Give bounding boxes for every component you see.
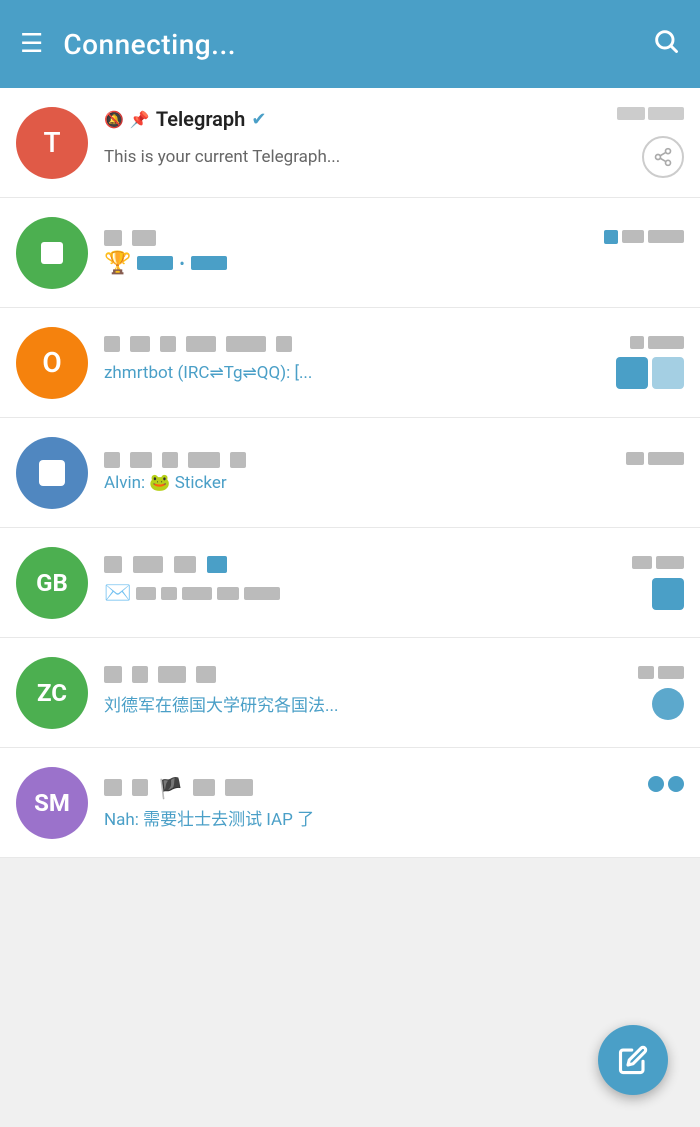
chat-bottom-row: 刘德军在德国大学研究各国法... — [104, 688, 684, 720]
verified-badge: ✔ — [251, 109, 266, 130]
chat-name-row — [104, 556, 632, 573]
top-bar: ☰ Connecting... — [0, 0, 700, 88]
chat-top-row — [104, 230, 684, 246]
chat-content-sm: 🏴 Nah: 需要壮士去测试 IAP 了 — [104, 776, 684, 830]
chat-content-gb: ✉️ — [104, 556, 684, 610]
chat-name-row — [104, 336, 630, 352]
avatar-zc: ZC — [16, 657, 88, 729]
preview-redacted: 🏆 • — [104, 251, 227, 276]
chat-list: T 🔕 📌 Telegraph ✔ — [0, 88, 700, 858]
search-icon[interactable] — [652, 27, 680, 62]
chat-preview: Nah: 需要壮士去测试 IAP 了 — [104, 805, 314, 830]
chat-right — [617, 107, 684, 120]
hamburger-icon[interactable]: ☰ — [20, 31, 43, 57]
time-right — [626, 452, 684, 465]
chat-item-telegraph[interactable]: T 🔕 📌 Telegraph ✔ — [0, 88, 700, 198]
chat-item-green[interactable]: 🏆 • — [0, 198, 700, 308]
chat-top-row — [104, 452, 684, 468]
time-area — [617, 107, 684, 120]
time-right — [638, 666, 684, 679]
chat-item-blue[interactable]: Alvin: 🐸 Sticker — [0, 418, 700, 528]
chat-name-row: 🏴 — [104, 776, 648, 800]
chat-name-row — [104, 452, 626, 468]
top-bar-title: Connecting... — [63, 28, 236, 61]
chat-top-row — [104, 336, 684, 352]
avatar-telegraph: T — [16, 107, 88, 179]
time-right — [630, 336, 684, 349]
chat-content-green: 🏆 • — [104, 230, 684, 276]
avatar-gb: GB — [16, 547, 88, 619]
pin-icon: 📌 — [130, 110, 150, 129]
compose-fab[interactable] — [598, 1025, 668, 1095]
chat-top-row — [104, 556, 684, 573]
chat-bottom-row: ✉️ — [104, 578, 684, 610]
chat-name: Telegraph — [156, 107, 246, 131]
time-right — [604, 230, 684, 244]
chat-content-orange: zhmrt­bot (IRC⇌Tg⇌QQ): [..­. — [104, 336, 684, 389]
chat-bottom-row: Nah: 需要壮士去测试 IAP 了 — [104, 805, 684, 830]
chat-top-row: 🏴 — [104, 776, 684, 800]
chat-item-zc[interactable]: ZC 刘德军在德国大学研究各国法... — [0, 638, 700, 748]
chat-item-orange[interactable]: O zhmrt­bot (IRC⇌Tg⇌QQ): [ — [0, 308, 700, 418]
chat-item-gb[interactable]: GB ✉️ — [0, 528, 700, 638]
chat-name-row: 🔕 📌 Telegraph ✔ — [104, 107, 609, 131]
chat-content-zc: 刘德军在德国大学研究各国法... — [104, 666, 684, 720]
chat-top-row — [104, 666, 684, 683]
avatar-orange: O — [16, 327, 88, 399]
chat-preview: 刘德军在德国大学研究各国法... — [104, 691, 338, 716]
chat-bottom-row: Alvin: 🐸 Sticker — [104, 473, 684, 493]
chat-top-row: 🔕 📌 Telegraph ✔ — [104, 107, 684, 131]
avatar-sm: SM — [16, 767, 88, 839]
chat-name-row — [104, 230, 604, 246]
avatar-blue — [16, 437, 88, 509]
top-bar-left: ☰ Connecting... — [20, 28, 236, 61]
share-button[interactable] — [642, 136, 684, 178]
chat-content-blue: Alvin: 🐸 Sticker — [104, 452, 684, 493]
time-right — [632, 556, 684, 569]
time-right — [648, 776, 684, 792]
chat-item-sm[interactable]: SM 🏴 Nah: 需要壮士去测试 IAP 了 — [0, 748, 700, 858]
chat-bottom-row: 🏆 • — [104, 251, 684, 276]
chat-bottom-row: This is your current Telegraph... — [104, 136, 684, 178]
chat-preview: zhmrt­bot (IRC⇌Tg⇌QQ): [..­. — [104, 363, 312, 383]
mute-icon: 🔕 — [104, 110, 124, 129]
chat-preview: This is your current Telegraph... — [104, 147, 340, 167]
chat-name-row — [104, 666, 638, 683]
chat-preview: Alvin: 🐸 Sticker — [104, 473, 227, 493]
avatar-green — [16, 217, 88, 289]
chat-content-telegraph: 🔕 📌 Telegraph ✔ This is your current Tel… — [104, 107, 684, 178]
chat-bottom-row: zhmrt­bot (IRC⇌Tg⇌QQ): [..­. — [104, 357, 684, 389]
